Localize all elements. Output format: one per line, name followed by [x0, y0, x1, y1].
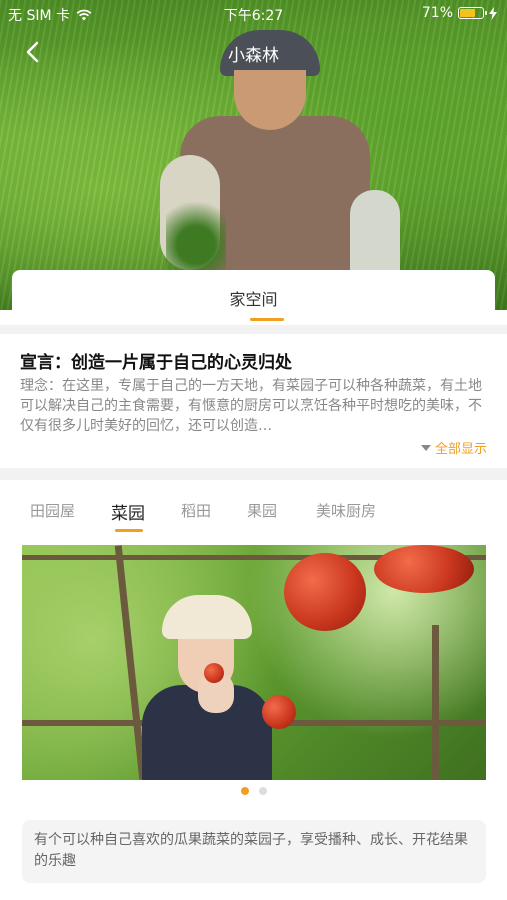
- tomato: [204, 663, 224, 683]
- description-box: 有个可以种自己喜欢的瓜果蔬菜的菜园子，享受播种、成长、开花结果的乐趣: [22, 820, 486, 883]
- carousel-dot[interactable]: [258, 787, 267, 795]
- tab-indicator: [250, 318, 284, 321]
- tab-kitchen[interactable]: 美味厨房: [316, 500, 376, 521]
- battery-icon: [458, 7, 487, 19]
- divider: [0, 468, 507, 480]
- bamboo-stake: [432, 625, 439, 780]
- tab-vegetable-garden[interactable]: 菜园: [111, 499, 145, 524]
- nav-bar: 小森林: [0, 32, 507, 72]
- declaration-body: 理念：在这里，专属于自己的一方天地，有菜园子可以种各种蔬菜，有土地可以解决自己的…: [20, 378, 482, 434]
- show-all-button[interactable]: 全部显示: [420, 438, 487, 457]
- declaration-title: 宣言：创造一片属于自己的心灵归处: [20, 353, 292, 373]
- declaration-section: 宣言：创造一片属于自己的心灵归处 理念：在这里，专属于自己的一方天地，有菜园子可…: [0, 334, 507, 468]
- page-title: 小森林: [228, 46, 279, 66]
- carousel-dot[interactable]: [240, 787, 249, 795]
- charging-bolt-icon: [489, 6, 497, 20]
- status-bar: 无 SIM 卡 下午6:27 71%: [0, 0, 507, 28]
- straw-hat: [162, 595, 252, 639]
- show-all-label: 全部显示: [434, 442, 487, 457]
- category-tabs: 田园屋 菜园 稻田 果园 美味厨房: [0, 480, 507, 535]
- tab-orchard[interactable]: 果园: [247, 500, 277, 521]
- category-indicator: [115, 529, 143, 532]
- tab-garden-house[interactable]: 田园屋: [30, 500, 75, 521]
- battery-level: [460, 9, 475, 17]
- space-tab-card: 家空间: [12, 270, 495, 325]
- tab-home-space[interactable]: 家空间: [12, 286, 495, 310]
- carousel-image[interactable]: [22, 545, 486, 780]
- tab-rice-field[interactable]: 稻田: [181, 500, 211, 521]
- carousel-indicator: [0, 787, 507, 795]
- tomato: [284, 553, 366, 631]
- tomato: [374, 545, 474, 593]
- battery-percent: 71%: [421, 5, 453, 21]
- triangle-down-icon: [420, 444, 431, 451]
- tomato: [262, 695, 296, 729]
- divider: [0, 325, 507, 334]
